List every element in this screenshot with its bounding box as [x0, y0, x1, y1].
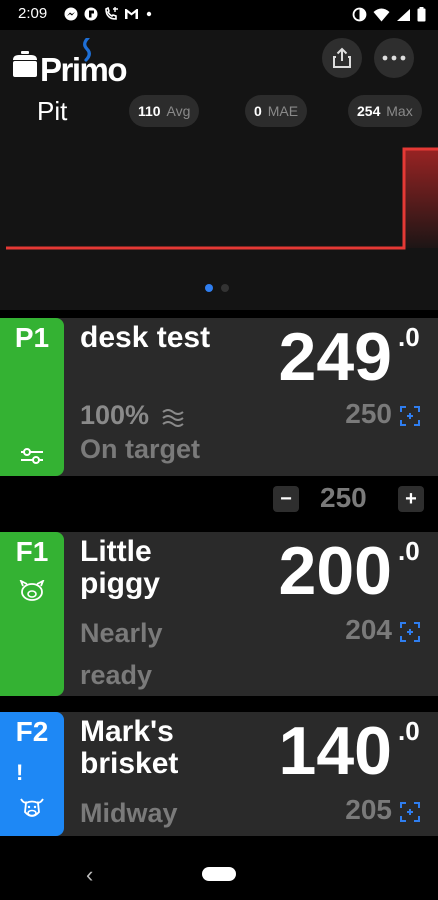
- probe-target: 205: [345, 794, 392, 825]
- chart-area-fill: [404, 148, 438, 248]
- decrease-setpoint-button[interactable]: −: [273, 486, 299, 512]
- primo-logo: Primo: [10, 38, 160, 88]
- probe-temperature: 200: [278, 533, 392, 609]
- stat-avg-label: Avg: [166, 103, 191, 119]
- probe-temperature: 249: [278, 319, 392, 395]
- probe-id: P1: [14, 322, 50, 353]
- probe-status: Midway: [80, 798, 178, 828]
- pig-icon: [19, 580, 45, 601]
- target-icon[interactable]: [400, 802, 420, 822]
- pit-panel[interactable]: Pit 110 Avg 0 MAE 254 Max: [0, 88, 438, 310]
- setpoint-value[interactable]: 250: [320, 482, 367, 514]
- signal-icon: [396, 8, 411, 27]
- probe-card-f1[interactable]: F1 Little piggy 200 .0 Nearly ready 204: [0, 532, 438, 696]
- stat-max-label: Max: [386, 103, 413, 119]
- app-bar: Primo: [0, 30, 438, 88]
- probe-card-p1[interactable]: P1 desk test 249 .0 100% On target 250: [0, 318, 438, 476]
- alert-indicator: !: [16, 760, 24, 785]
- probe-tab-f1[interactable]: F1: [0, 532, 64, 696]
- cow-icon: [20, 798, 44, 817]
- pit-temperature-chart[interactable]: [0, 134, 438, 274]
- probe-name-line: Little: [80, 535, 152, 568]
- stat-mae-value: 0: [254, 103, 262, 119]
- app-icon: [84, 7, 98, 21]
- gmail-icon: [124, 7, 138, 21]
- probe-target: 204: [345, 614, 392, 645]
- probe-status-line: ready: [80, 660, 153, 690]
- status-time: 2:09: [18, 5, 48, 22]
- share-icon: [333, 47, 351, 68]
- wifi-icon: [373, 8, 390, 27]
- home-pill-button[interactable]: [202, 867, 236, 881]
- more-button[interactable]: [374, 38, 414, 78]
- stat-mae-label: MAE: [267, 103, 299, 119]
- output-percent: 100%: [80, 400, 150, 430]
- stat-max-pill: 254 Max: [348, 95, 422, 127]
- pit-label: Pit: [37, 96, 68, 126]
- battery-icon: [417, 7, 426, 27]
- probe-card-f2[interactable]: F2 ! Mark's brisket 140 .0 Midway 205: [0, 712, 438, 836]
- probe-temperature-decimal: .0: [398, 716, 420, 746]
- chart-series-line: [6, 147, 438, 250]
- messenger-icon: [64, 7, 78, 21]
- probe-id: F1: [15, 536, 49, 567]
- stat-max-value: 254: [357, 103, 381, 119]
- probe-id: F2: [15, 716, 49, 747]
- more-horizontal-icon: [382, 55, 406, 61]
- probe-temperature-decimal: .0: [398, 536, 420, 566]
- probe-name-line: piggy: [80, 567, 160, 600]
- setpoint-control: − 250 +: [0, 478, 438, 526]
- voicemail-icon: [104, 6, 118, 21]
- probe-tab-p1[interactable]: P1: [0, 318, 64, 476]
- probe-name-line: brisket: [80, 747, 179, 780]
- page-dot: [221, 284, 229, 292]
- logo-text: Primo: [40, 51, 128, 88]
- target-icon[interactable]: [400, 406, 420, 426]
- stat-avg-value: 110: [138, 103, 161, 119]
- probe-tab-f2[interactable]: F2 !: [0, 712, 64, 836]
- increase-setpoint-button[interactable]: +: [398, 486, 424, 512]
- probe-status: On target: [80, 434, 201, 464]
- stat-avg-pill: 110 Avg: [129, 95, 200, 127]
- probe-name-line: Mark's: [80, 715, 174, 748]
- share-button[interactable]: [322, 38, 362, 78]
- probe-temperature-decimal: .0: [398, 322, 420, 352]
- system-nav-bar: ‹: [0, 848, 438, 900]
- data-saver-icon: [352, 7, 367, 27]
- target-icon[interactable]: [400, 622, 420, 642]
- probe-target: 250: [345, 398, 392, 429]
- status-left-icons: [64, 6, 158, 21]
- notification-dot-icon: [144, 7, 158, 21]
- stat-mae-pill: 0 MAE: [245, 95, 308, 127]
- sliders-icon: [21, 448, 43, 464]
- page-indicator: [205, 284, 229, 292]
- status-right-icons: [352, 7, 426, 27]
- probe-name-line: desk test: [80, 321, 211, 354]
- back-button[interactable]: ‹: [86, 862, 93, 888]
- page-dot-active: [205, 284, 213, 292]
- status-bar: 2:09: [0, 0, 438, 30]
- fan-output-icon: [161, 408, 184, 427]
- probe-temperature: 140: [278, 713, 392, 789]
- probe-status-line: Nearly: [80, 618, 163, 648]
